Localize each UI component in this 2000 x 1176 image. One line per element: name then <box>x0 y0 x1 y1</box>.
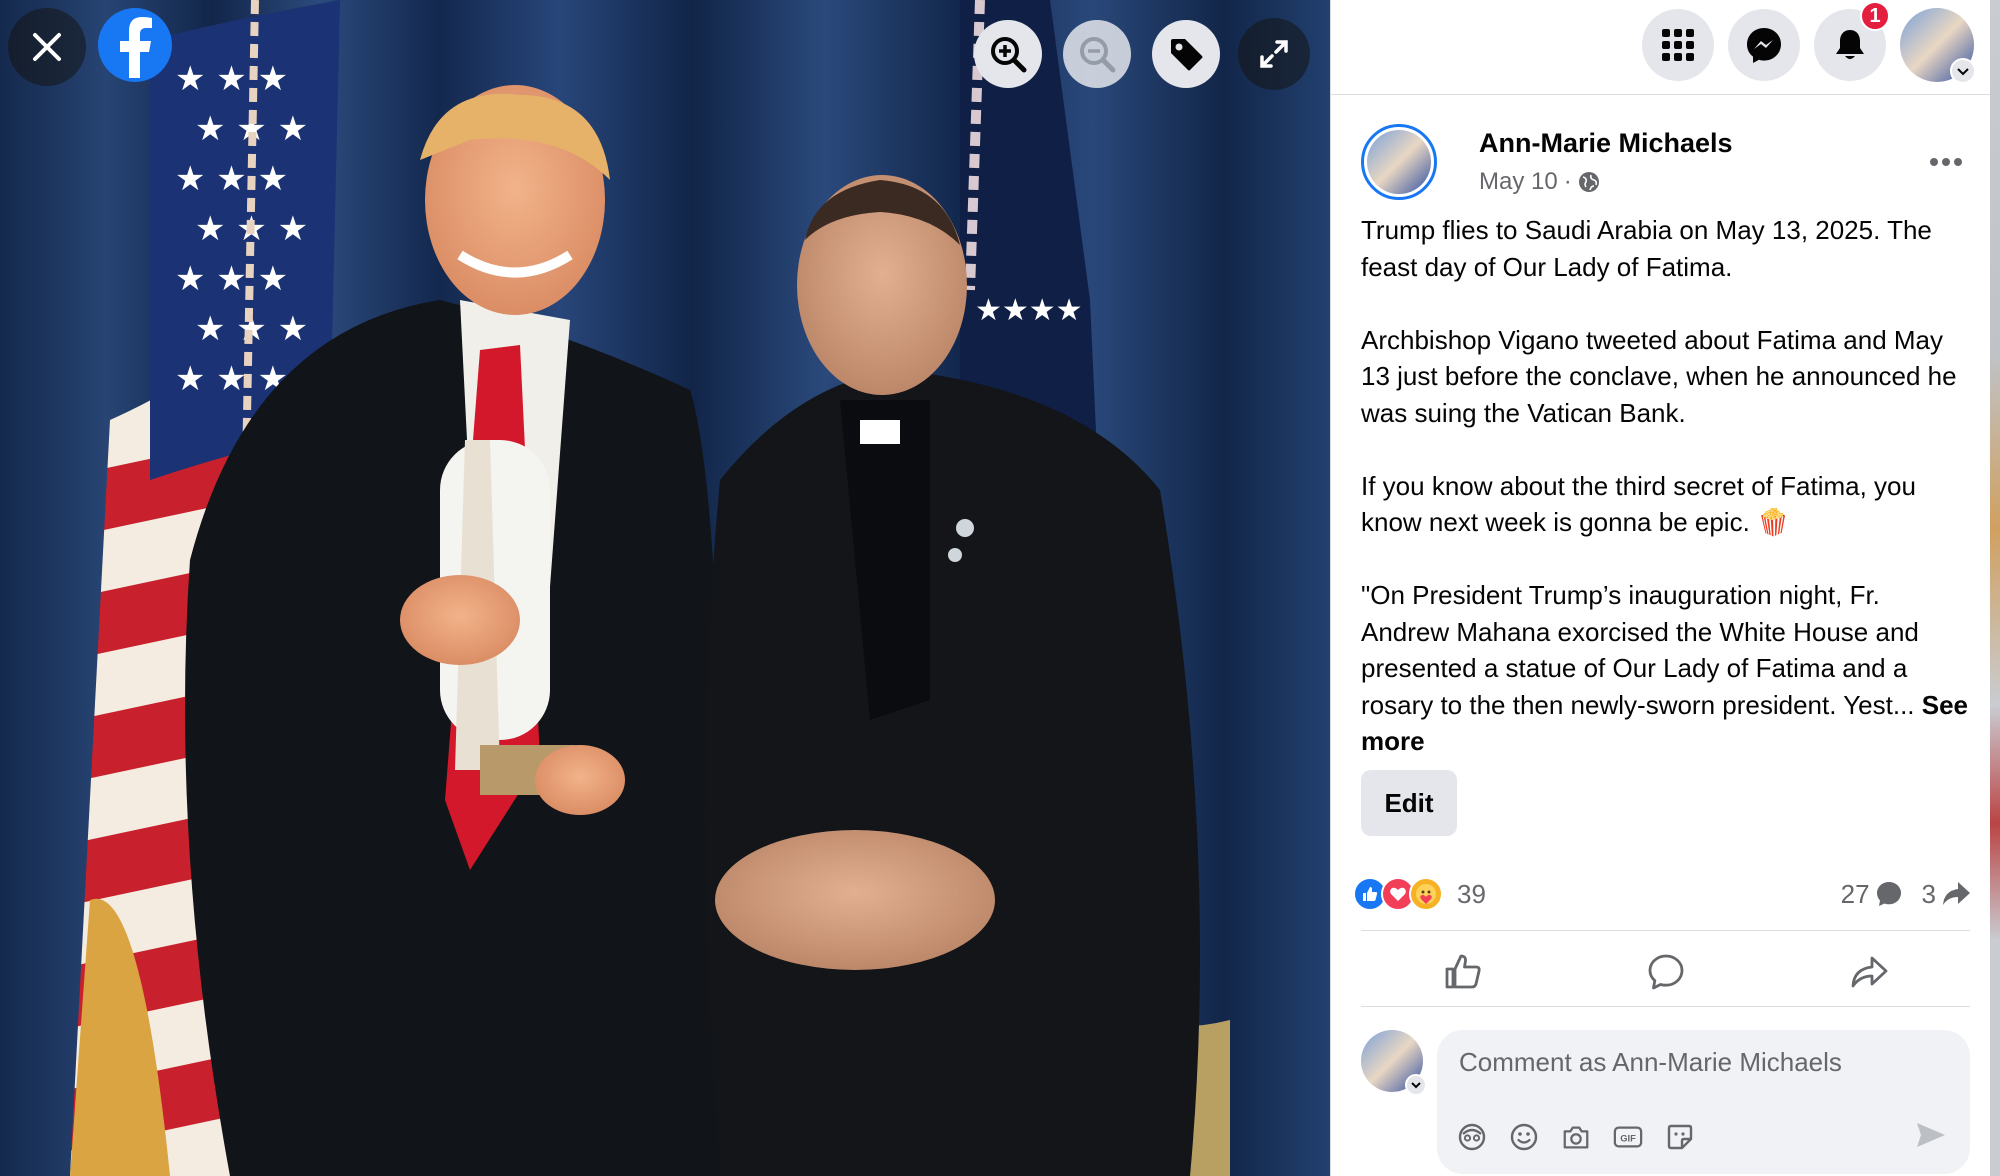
close-icon <box>33 33 61 61</box>
post-photo: ★ ★ ★★ ★ ★ ★ ★ ★★ ★ ★ ★ ★ ★ ★ ★ ★ ★ ★ ★ ★… <box>0 0 1330 1176</box>
comment-button[interactable] <box>1576 943 1756 1001</box>
gif-icon: GIF <box>1613 1126 1643 1148</box>
comment-icon <box>1648 954 1683 990</box>
post-paragraph: Trump flies to Saudi Arabia on May 13, 2… <box>1361 215 1932 282</box>
svg-text:★ ★ ★: ★ ★ ★ <box>175 159 288 199</box>
close-viewer-button[interactable] <box>8 8 86 86</box>
camera-icon <box>1563 1126 1589 1149</box>
reaction-icons[interactable]: 39 <box>1353 877 1486 911</box>
notifications-button[interactable]: 1 <box>1814 1 1890 81</box>
post-paragraph: Archbishop Vigano tweeted about Fatima a… <box>1361 324 1957 428</box>
zoom-out-button[interactable] <box>1063 20 1131 88</box>
photo-viewer: ★ ★ ★ ★ ★ ★ ★ ★ ★ ★ ★ ★ ★ ★ ★ ★ ★ ★ ★ ★ ★ ★… <box>0 0 1330 1176</box>
zoom-in-button[interactable] <box>974 20 1042 88</box>
post-side-panel: 1 Ann-Marie Michaels May 10 · Trump flie… <box>1330 0 2000 1176</box>
sticker-icon <box>1667 1124 1693 1150</box>
menu-button[interactable] <box>1642 9 1714 81</box>
background-page-edge <box>1990 0 2000 1176</box>
post-paragraph-last: "On President Trump’s inauguration night… <box>1361 577 1971 760</box>
reactions-summary: 39 27 3 <box>1353 874 1972 914</box>
tag-photo-button[interactable] <box>1152 20 1220 88</box>
post-header: Ann-Marie Michaels May 10 · <box>1361 124 1970 204</box>
messenger-icon <box>1747 28 1781 63</box>
comment-input[interactable] <box>1459 1042 1979 1082</box>
svg-text:★ ★ ★: ★ ★ ★ <box>175 259 288 299</box>
author-avatar-link[interactable] <box>1361 124 1437 200</box>
comment-count-link[interactable]: 27 <box>1841 879 1904 910</box>
sticker-button[interactable] <box>1665 1122 1695 1152</box>
zoom-in-icon <box>991 37 1027 73</box>
more-options-icon <box>1930 158 1962 166</box>
share-arrow-icon <box>1943 882 1970 905</box>
header-divider <box>1331 94 2000 95</box>
share-button[interactable] <box>1779 943 1959 1001</box>
menu-grid-icon <box>1662 29 1694 61</box>
facebook-f-icon <box>120 17 152 78</box>
comment-count: 27 <box>1840 878 1870 909</box>
share-count-link[interactable]: 3 <box>1922 879 1972 910</box>
like-icon <box>1445 954 1481 989</box>
post-options-button[interactable] <box>1922 138 1970 186</box>
post-actions <box>1361 940 1970 1004</box>
notification-badge: 1 <box>1860 1 1890 31</box>
svg-text:★ ★ ★: ★ ★ ★ <box>175 59 288 99</box>
messenger-button[interactable] <box>1728 9 1800 81</box>
avatar-sticker-icon <box>1458 1123 1486 1151</box>
commenter-avatar-button[interactable] <box>1361 1030 1427 1096</box>
reaction-count[interactable]: 39 <box>1457 879 1486 910</box>
globe-icon <box>1578 172 1599 192</box>
svg-text:★★★★: ★★★★ <box>975 293 1083 328</box>
send-comment-button[interactable] <box>1914 1118 1948 1152</box>
engagement-stats: 27 3 <box>1841 879 1972 910</box>
comment-composer: GIF <box>1361 1030 1979 1176</box>
avatar-sticker-button[interactable] <box>1457 1122 1487 1152</box>
comment-tools: GIF <box>1457 1122 1695 1152</box>
post-paragraph: If you know about the third secret of Fa… <box>1361 470 1916 538</box>
gif-button[interactable]: GIF <box>1613 1122 1643 1152</box>
fullscreen-icon <box>1260 40 1288 68</box>
comment-box: GIF <box>1437 1030 1979 1174</box>
care-reaction-icon <box>1409 877 1443 911</box>
emoji-icon <box>1510 1123 1538 1151</box>
tag-icon <box>1171 39 1203 71</box>
post-meta: May 10 · <box>1479 168 1600 196</box>
actions-divider <box>1361 1006 1970 1007</box>
account-button[interactable] <box>1900 8 1976 84</box>
author-avatar <box>1367 130 1431 194</box>
author-name[interactable]: Ann-Marie Michaels <box>1479 128 1733 159</box>
photo-button[interactable] <box>1561 1122 1591 1152</box>
post-paragraph-text: "On President Trump’s inauguration night… <box>1361 580 1919 720</box>
share-icon <box>1851 956 1887 988</box>
reactions-divider <box>1361 930 1970 931</box>
chevron-down-icon <box>1950 58 1976 84</box>
share-count: 3 <box>1921 878 1936 909</box>
chevron-down-icon <box>1405 1074 1427 1096</box>
svg-text:GIF: GIF <box>1620 1134 1636 1144</box>
like-button[interactable] <box>1373 943 1553 1001</box>
top-navigation: 1 <box>1642 1 1976 84</box>
bell-icon <box>1836 30 1864 59</box>
fullscreen-button[interactable] <box>1238 18 1310 90</box>
emoji-button[interactable] <box>1509 1122 1539 1152</box>
comment-bubble-icon <box>1876 882 1901 906</box>
send-icon <box>1917 1123 1945 1147</box>
meta-separator: · <box>1563 168 1572 195</box>
post-body: Trump flies to Saudi Arabia on May 13, 2… <box>1361 212 1971 760</box>
edit-button[interactable]: Edit <box>1361 770 1457 836</box>
facebook-logo[interactable] <box>98 8 172 82</box>
post-date[interactable]: May 10 <box>1479 168 1558 196</box>
zoom-out-icon <box>1080 37 1116 73</box>
